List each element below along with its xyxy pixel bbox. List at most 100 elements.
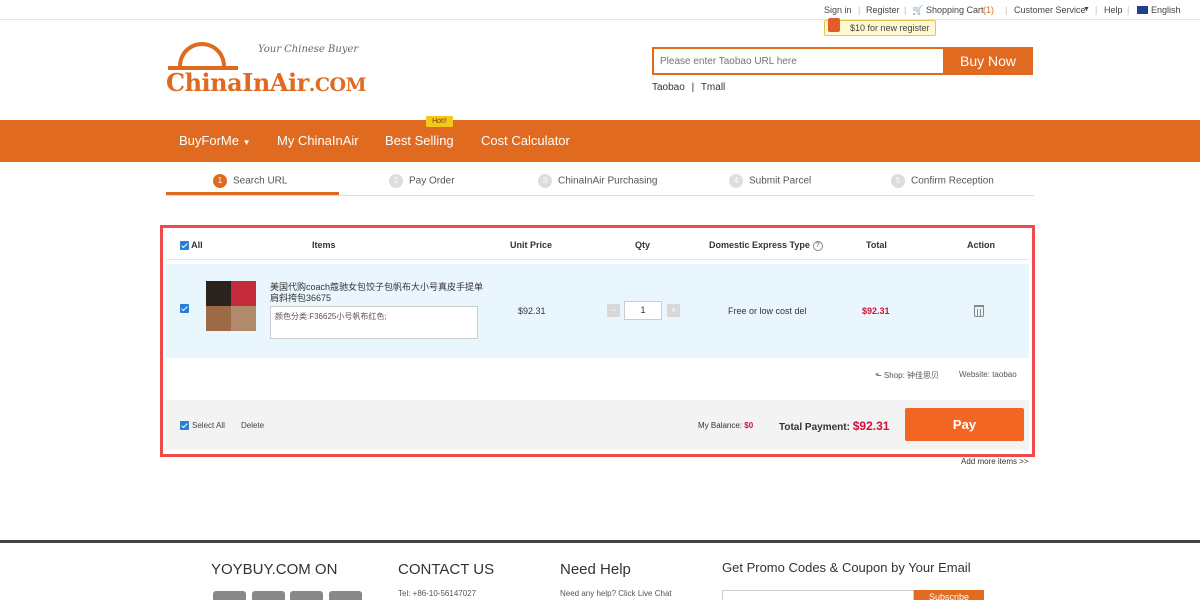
thumb-tile	[231, 306, 256, 331]
qty-increase-button[interactable]: +	[667, 304, 680, 317]
step-number: 4	[729, 174, 743, 188]
gift-icon	[828, 18, 840, 32]
delete-link[interactable]: Delete	[241, 421, 264, 430]
nav-best-selling[interactable]: Best Selling	[385, 133, 454, 148]
step-label: Pay Order	[409, 175, 455, 187]
divider: |	[1127, 5, 1130, 15]
step-label: ChinaInAir Purchasing	[558, 175, 658, 187]
header-express: Domestic Express Type?	[709, 240, 823, 251]
balance: My Balance: $0	[698, 421, 753, 430]
footer-promo-heading: Get Promo Codes & Coupon by Your Email	[722, 560, 971, 575]
chevron-down-icon: ▼	[242, 138, 251, 147]
active-step-indicator	[166, 192, 339, 195]
shop-arrow-icon: ⬑	[875, 371, 882, 380]
step-number: 3	[538, 174, 552, 188]
customer-service-menu[interactable]: Customer Service	[1014, 5, 1086, 15]
select-all-checkbox[interactable]	[180, 421, 189, 430]
subscribe-button[interactable]: Subscribe	[914, 590, 984, 600]
nav-my-chinainair[interactable]: My ChinaInAir	[277, 133, 359, 148]
live-chat-link[interactable]: Need any help? Click Live Chat	[560, 589, 672, 598]
cart-icon[interactable]: 🛒	[912, 5, 923, 16]
uk-flag-icon	[1137, 6, 1148, 14]
header-total: Total	[866, 240, 887, 250]
logo-name: ChinaInAir	[166, 68, 309, 97]
nav-label: BuyForMe	[179, 133, 239, 148]
total-payment: Total Payment: $92.31	[779, 419, 889, 433]
header-express-label: Domestic Express Type	[709, 240, 810, 250]
product-spec: 颜色分类:F36625小号帆布红色;	[270, 306, 478, 339]
new-register-promo[interactable]: $10 for new register	[824, 18, 936, 36]
divider: |	[691, 82, 695, 93]
header-action: Action	[967, 240, 995, 250]
step-label: Submit Parcel	[749, 175, 812, 187]
shop-info-row: ⬑ Shop: 钟佳思贝 Website: taobao	[166, 358, 1029, 398]
chevron-down-icon: ▼	[1083, 6, 1090, 13]
step-confirm-reception: 5 Confirm Reception	[891, 174, 994, 188]
social-icon[interactable]	[290, 591, 323, 600]
header-unit-price: Unit Price	[510, 240, 553, 250]
register-link[interactable]: Register	[866, 5, 900, 15]
shop-info[interactable]: ⬑ Shop: 钟佳思贝	[875, 370, 939, 381]
logo-wordmark: ChinaInAir.COM	[166, 68, 367, 97]
qty-decrease-button[interactable]: −	[607, 304, 620, 317]
footer-help-heading: Need Help	[560, 561, 631, 578]
pay-button[interactable]: Pay	[905, 408, 1024, 441]
divider: |	[1095, 5, 1098, 15]
express-type[interactable]: Free or low cost del	[728, 306, 807, 316]
main-nav: BuyForMe ▼ My ChinaInAir Best Selling Co…	[0, 120, 1200, 162]
add-more-items-link[interactable]: Add more items >>	[961, 457, 1029, 466]
shopping-cart-link[interactable]: Shopping Cart	[926, 5, 984, 15]
step-number: 1	[213, 174, 227, 188]
tmall-link[interactable]: Tmall	[701, 82, 725, 93]
unit-price: $92.31	[518, 306, 546, 316]
select-all-header[interactable]: All	[180, 240, 203, 251]
product-title[interactable]: 美国代购coach蔻驰女包饺子包帆布大小号真皮手提单肩斜挎包36675	[270, 282, 485, 304]
footer-social-heading: YOYBUY.COM ON	[211, 561, 338, 578]
balance-label: My Balance:	[698, 421, 743, 430]
step-pay-order: 2 Pay Order	[389, 174, 455, 188]
shop-website: Website: taobao	[959, 370, 1017, 379]
question-icon[interactable]: ?	[812, 240, 823, 251]
cart-header-row: All Items Unit Price Qty Domestic Expres…	[166, 231, 1029, 260]
qty-input[interactable]: 1	[624, 301, 662, 320]
footer-divider	[0, 540, 1200, 543]
taobao-link[interactable]: Taobao	[652, 82, 685, 93]
select-all-label[interactable]: Select All	[192, 421, 225, 430]
platform-links: Taobao | Tmall	[652, 82, 725, 93]
header-all: All	[191, 240, 203, 250]
header-qty: Qty	[635, 240, 651, 250]
cart-count: (1)	[983, 5, 994, 15]
balance-value: $0	[744, 421, 754, 430]
shop-name: Shop: 钟佳思贝	[883, 371, 940, 380]
step-number: 5	[891, 174, 905, 188]
checkbox-checked-icon[interactable]	[180, 241, 189, 251]
thumb-tile	[231, 281, 256, 306]
social-icon[interactable]	[252, 591, 285, 600]
divider: |	[1005, 5, 1008, 15]
top-utility-bar: Sign in | Register | 🛒 Shopping Cart (1)…	[0, 0, 1200, 20]
taobao-url-input[interactable]	[652, 47, 944, 75]
promo-text: $10 for new register	[850, 23, 930, 33]
trash-icon[interactable]	[974, 305, 984, 317]
divider: |	[858, 5, 861, 15]
cart-footer: Select All Delete My Balance: $0 Total P…	[166, 400, 1029, 450]
logo-arch-icon	[178, 42, 226, 66]
step-label: Confirm Reception	[911, 175, 994, 187]
nav-buyforme[interactable]: BuyForMe ▼	[179, 133, 251, 148]
product-thumbnail[interactable]	[206, 281, 256, 331]
step-search-url: 1 Search URL	[213, 174, 287, 188]
email-field[interactable]	[722, 590, 914, 600]
help-link[interactable]: Help	[1104, 5, 1123, 15]
buy-now-button[interactable]: Buy Now	[943, 47, 1033, 75]
logo-suffix: .COM	[308, 74, 367, 96]
total-payment-label: Total Payment:	[779, 422, 850, 433]
item-checkbox[interactable]	[180, 304, 189, 313]
social-icon[interactable]	[329, 591, 362, 600]
total-payment-value: $92.31	[852, 419, 890, 433]
language-selector[interactable]: English	[1151, 5, 1181, 15]
social-icon[interactable]	[213, 591, 246, 600]
nav-cost-calculator[interactable]: Cost Calculator	[481, 133, 570, 148]
step-number: 2	[389, 174, 403, 188]
cart-panel: All Items Unit Price Qty Domestic Expres…	[160, 225, 1035, 457]
sign-in-link[interactable]: Sign in	[824, 5, 852, 15]
